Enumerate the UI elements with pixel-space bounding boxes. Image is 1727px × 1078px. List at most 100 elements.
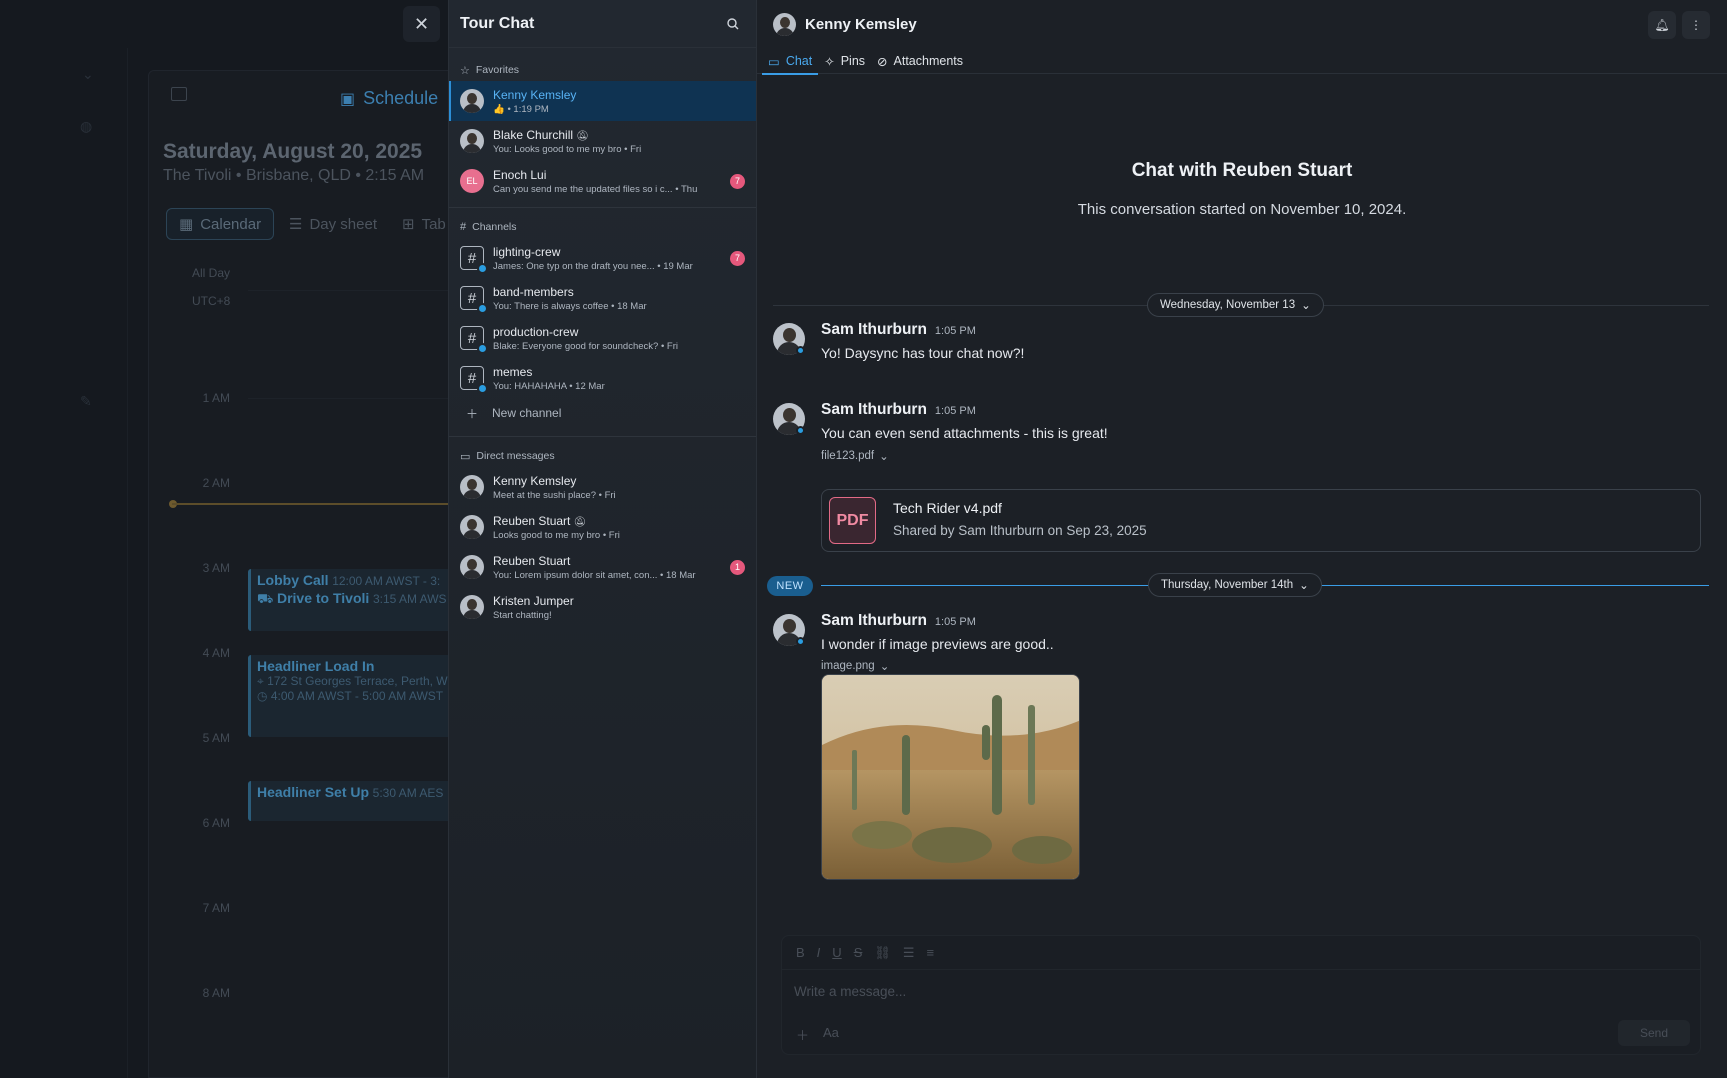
message-icon: ▭: [460, 450, 471, 463]
link-icon[interactable]: ⛓: [874, 945, 891, 961]
new-messages-tag: NEW: [767, 576, 813, 596]
close-chat-button[interactable]: ✕: [403, 6, 440, 42]
message-time: 1:05 PM: [934, 616, 976, 628]
chevron-down-icon: ⌄: [1301, 300, 1311, 312]
view-label: Calendar: [200, 215, 262, 233]
new-channel-button[interactable]: ＋ New channel: [449, 398, 756, 428]
item-name: Reuben Stuart: [493, 553, 571, 568]
item-preview: Meet at the sushi place? • Fri: [493, 489, 616, 501]
channel-hash-icon: #: [460, 366, 488, 394]
hour-label: 2 AM: [202, 476, 230, 490]
italic-icon[interactable]: I: [817, 945, 821, 960]
attachment-title: Tech Rider v4.pdf: [893, 500, 1002, 516]
item-preview: You: Looks good to me my bro • Fri: [493, 143, 642, 155]
clock-icon: ◷: [257, 689, 268, 703]
message-text: You can even send attachments - this is …: [821, 425, 1108, 441]
schedule-date: Saturday, August 20, 2025: [163, 140, 423, 163]
plus-icon[interactable]: ＋: [796, 1025, 809, 1044]
plus-icon: ＋: [466, 406, 479, 421]
channels-header: # Channels: [449, 216, 756, 238]
bold-icon[interactable]: B: [796, 945, 805, 960]
date-pill[interactable]: Thursday, November 14th ⌄: [1148, 573, 1322, 597]
attachment-subtitle: Shared by Sam Ithurburn on Sep 23, 2025: [893, 523, 1147, 538]
message-time: 1:05 PM: [934, 325, 976, 337]
schedule-tab[interactable]: ▣ Schedule: [340, 88, 438, 109]
channel-item-band-members[interactable]: # band-members You: There is always coffe…: [449, 278, 756, 318]
bell-off-icon: 🔕︎: [573, 516, 587, 528]
event-lobby-call[interactable]: Lobby Call 12:00 AM AWST - 3: ⛟ Drive to…: [248, 569, 448, 631]
pencil-icon: ✎: [80, 393, 92, 409]
app-root: ⌄ ◍ ✎ ▣ Schedule Saturday, August 20, 20…: [0, 0, 1727, 1078]
channel-hash-icon: #: [460, 286, 488, 314]
item-name: Kenny Kemsley: [493, 87, 577, 102]
chat-tabs: ▭ Chat ✧ Pins ⊘ Attachments: [757, 48, 1727, 75]
divider: [449, 436, 756, 437]
numbered-list-icon[interactable]: ≡: [927, 945, 935, 960]
event-headliner-set-up[interactable]: Headliner Set Up 5:30 AM AES: [248, 781, 448, 821]
bullet-list-icon[interactable]: ☰: [903, 945, 915, 961]
channel-hash-icon: #: [460, 326, 488, 354]
favorite-item-blake-churchill[interactable]: Blake Churchill 🔕︎ You: Looks good to me m…: [449, 121, 756, 161]
pdf-file-icon: PDF: [829, 497, 876, 544]
channel-item-production-crew[interactable]: # production-crew Blake: Everyone good fo…: [449, 318, 756, 358]
chat-list-header: Tour Chat: [449, 0, 756, 48]
chat-view: Kenny Kemsley 🔔︎ ⋮ ▭ Chat ✧ Pins ⊘ Attachme…: [757, 0, 1727, 1078]
unread-badge: 7: [730, 173, 745, 189]
more-options-button[interactable]: ⋮: [1682, 11, 1710, 39]
dm-item-kristen-jumper[interactable]: Kristen Jumper Start chatting!: [449, 587, 756, 627]
tab-pins[interactable]: ✧ Pins: [818, 48, 871, 74]
date-pill[interactable]: Wednesday, November 13 ⌄: [1147, 293, 1324, 317]
item-name: Kristen Jumper: [493, 593, 574, 608]
file-toggle[interactable]: file123.pdf ⌄: [821, 449, 889, 463]
strikethrough-icon[interactable]: S: [854, 945, 863, 960]
view-daysheet-button[interactable]: ☰ Day sheet: [277, 208, 389, 240]
send-button[interactable]: Send: [1618, 1020, 1690, 1046]
dm-item-reuben-stuart[interactable]: Reuben Stuart 🔕︎ Looks good to me my bro •…: [449, 507, 756, 547]
view-table-button[interactable]: ⊞ Tab: [390, 208, 448, 240]
dm-item-reuben-stuart-2[interactable]: Reuben Stuart You: Lorem ipsum dolor sit …: [449, 547, 756, 587]
chat-list-title: Tour Chat: [460, 14, 535, 32]
conversation-intro-title: Chat with Reuben Stuart: [1131, 160, 1353, 181]
timezone-label: UTC+8: [192, 294, 231, 308]
message-text: Yo! Daysync has tour chat now?!: [821, 345, 1025, 361]
file-toggle[interactable]: image.png ⌄: [821, 659, 889, 673]
channel-item-memes[interactable]: # memes You: HAHAHAHA • 12 Mar: [449, 358, 756, 398]
notifications-button[interactable]: 🔔︎: [1648, 11, 1676, 39]
left-rail: ⌄ ◍ ✎: [0, 48, 128, 1078]
favorite-item-enoch-lui[interactable]: EL Enoch Lui Can you send me the updated …: [449, 161, 756, 201]
item-name: lighting-crew: [493, 244, 561, 259]
chat-header-name: Kenny Kemsley: [805, 15, 917, 33]
item-preview: Blake: Everyone good for soundcheck? • F…: [493, 340, 678, 352]
tab-attachments[interactable]: ⊘ Attachments: [871, 48, 969, 74]
view-calendar-button[interactable]: ▦ Calendar: [166, 208, 275, 240]
item-preview: James: One typ on the draft you nee... •…: [493, 260, 693, 272]
pdf-attachment-card[interactable]: PDF Tech Rider v4.pdf Shared by Sam Ithu…: [821, 489, 1701, 552]
event-headliner-load-in[interactable]: Headliner Load In ⌖ 172 St Georges Terra…: [248, 655, 448, 737]
chat-list-panel: Tour Chat ☆ Favorites Kenny Kemsley 👍 • 1:…: [448, 0, 757, 1078]
event-title: Lobby Call: [257, 572, 329, 588]
format-toggle[interactable]: Aa: [823, 1025, 839, 1044]
item-name: memes: [493, 364, 533, 379]
channel-item-lighting-crew[interactable]: # lighting-crew James: One typ on the dra…: [449, 238, 756, 278]
dm-item-kenny-kemsley[interactable]: Kenny Kemsley Meet at the sushi place? • …: [449, 467, 756, 507]
sidebar-toggle-icon[interactable]: [171, 87, 187, 101]
event-title: Drive to Tivoli: [276, 590, 370, 606]
message-input[interactable]: Write a message...: [782, 970, 1700, 1013]
message-author: Sam Ithurburn: [821, 612, 927, 629]
calendar-icon: ▣: [340, 90, 356, 108]
tab-label: Chat: [785, 54, 813, 68]
event-title: Headliner Load In: [257, 658, 375, 674]
avatar: [460, 595, 484, 619]
search-icon[interactable]: [726, 17, 740, 31]
tab-chat[interactable]: ▭ Chat: [762, 48, 819, 75]
underline-icon[interactable]: U: [832, 945, 841, 960]
message-author: Sam Ithurburn: [821, 321, 927, 338]
event-time: 4:00 AM AWST - 5:00 AM AWST: [270, 689, 444, 703]
date-label: Wednesday, November 13: [1160, 299, 1296, 311]
tab-label: Attachments: [893, 54, 963, 68]
item-name: production-crew: [493, 324, 579, 339]
image-preview[interactable]: [821, 674, 1080, 880]
event-title: Headliner Set Up: [257, 784, 370, 800]
hour-label: 3 AM: [202, 561, 230, 575]
favorite-item-kenny-kemsley[interactable]: Kenny Kemsley 👍 • 1:19 PM: [449, 81, 756, 121]
